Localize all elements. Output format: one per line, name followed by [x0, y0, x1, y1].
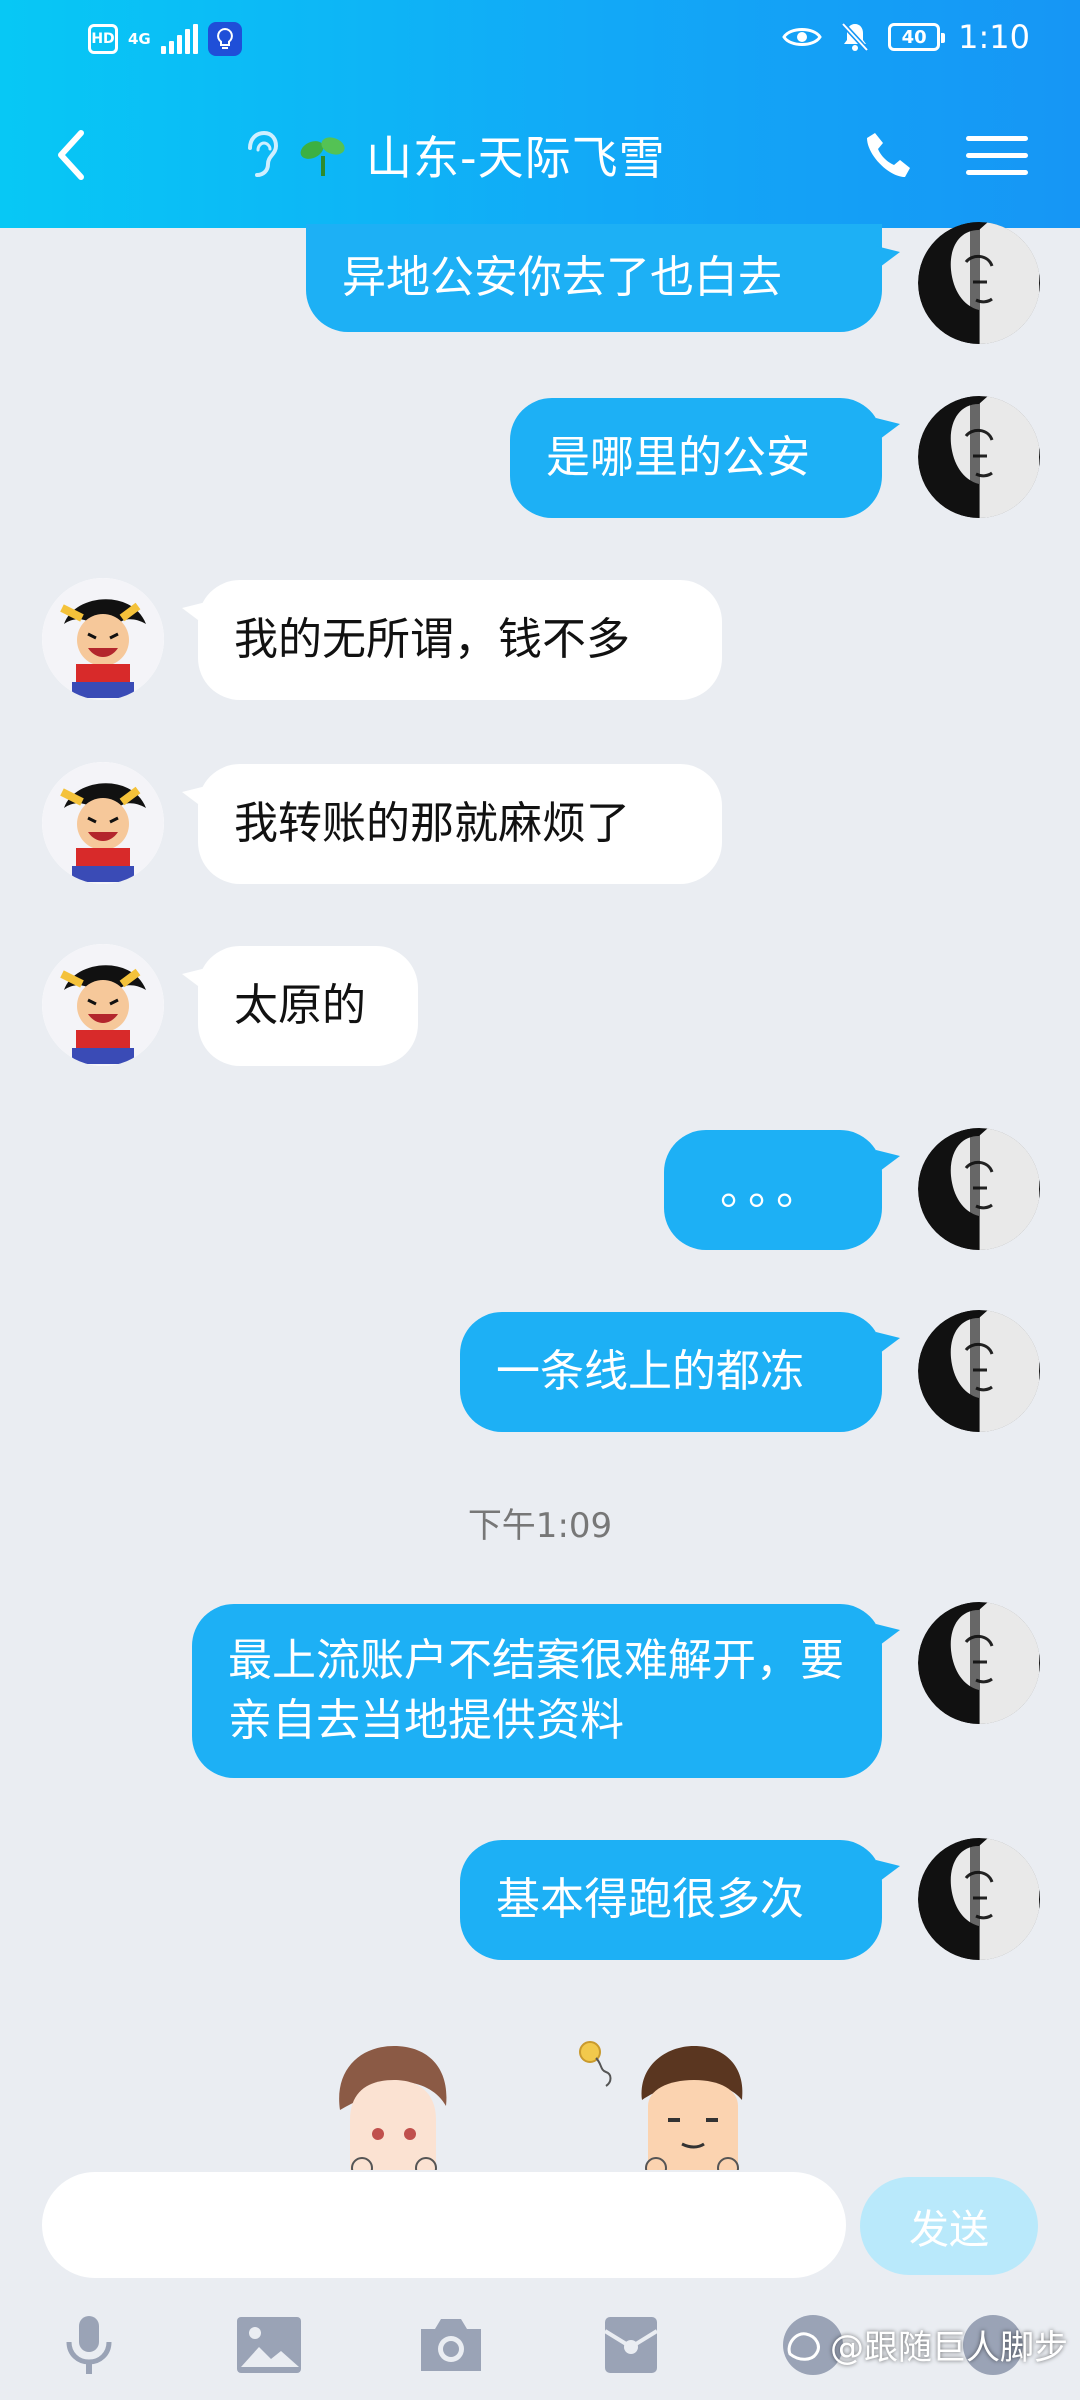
- bubble-tail: [876, 1332, 900, 1356]
- image-icon: [237, 2317, 301, 2373]
- composer: 发送: [0, 2160, 1080, 2290]
- gallery-button[interactable]: [234, 2310, 304, 2380]
- contact-avatar[interactable]: [42, 944, 164, 1066]
- message-text: 。。。: [720, 1164, 826, 1215]
- outgoing-message[interactable]: 。。。: [664, 1130, 882, 1250]
- battery-icon: 40: [888, 23, 946, 51]
- chat-header: HD 4G 40 1:10 山东-天际飞雪: [0, 0, 1080, 228]
- my-avatar[interactable]: [918, 1128, 1040, 1250]
- lightbulb-icon: [207, 22, 242, 56]
- peeking-characters: [0, 2040, 1080, 2170]
- call-button[interactable]: [858, 124, 920, 186]
- menu-line: [966, 169, 1028, 175]
- voice-button[interactable]: [54, 2310, 124, 2380]
- battery-level: 40: [901, 26, 927, 48]
- bubble-tail: [876, 1150, 900, 1174]
- incoming-message[interactable]: 我的无所谓，钱不多: [198, 580, 722, 700]
- menu-button[interactable]: [966, 124, 1028, 186]
- message-text: 一条线上的都冻: [496, 1346, 804, 1397]
- status-clock: 1:10: [958, 18, 1030, 56]
- my-avatar[interactable]: [918, 396, 1040, 518]
- my-avatar[interactable]: [918, 1602, 1040, 1724]
- contact-avatar[interactable]: [42, 578, 164, 700]
- boy-character-icon: [641, 2046, 743, 2170]
- menu-line: [966, 135, 1028, 141]
- hd-badge: HD: [88, 24, 118, 54]
- outgoing-message[interactable]: 一条线上的都冻: [460, 1312, 882, 1432]
- contact-name: 山东-天际飞雪: [366, 131, 666, 185]
- girl-character-icon: [339, 2046, 447, 2170]
- bubble-tail: [876, 1860, 900, 1884]
- signal-icon: [160, 24, 198, 54]
- muted-bell-icon: [841, 22, 869, 52]
- bubble-tail: [876, 246, 900, 270]
- camera-icon: [421, 2319, 481, 2371]
- status-bar: HD 4G 40 1:10: [0, 0, 1080, 80]
- outgoing-message[interactable]: 基本得跑很多次: [460, 1840, 882, 1960]
- yoyo-icon: [579, 2041, 612, 2087]
- watermark-text: @跟随巨人脚步: [830, 2328, 1068, 2368]
- my-avatar[interactable]: [918, 222, 1040, 344]
- message-text: 基本得跑很多次: [496, 1874, 804, 1925]
- message-text: 太原的: [234, 980, 366, 1031]
- bubble-tail: [876, 1624, 900, 1648]
- composer-toolbar: @跟随巨人脚步: [0, 2290, 1080, 2400]
- message-text: 异地公安你去了也白去: [342, 252, 782, 303]
- phone-icon: [867, 133, 910, 177]
- network-type: 4G: [128, 29, 151, 48]
- message-timestamp: 下午1:09: [467, 1506, 613, 1546]
- message-text: 我的无所谓，钱不多: [234, 614, 630, 665]
- incoming-message[interactable]: 我转账的那就麻烦了: [198, 764, 722, 884]
- message-text: 最上流账户不结案很难解开，要亲自去当地提供资料: [228, 1635, 844, 1746]
- back-arrow-icon: [58, 130, 84, 180]
- red-packet-button[interactable]: [596, 2310, 666, 2380]
- chat-title[interactable]: 山东-天际飞雪: [240, 122, 666, 188]
- message-list[interactable]: 异地公安你去了也白去 是哪里的公安 我的无所谓，钱不多 我转账的那就麻烦了 太原…: [0, 222, 1080, 2178]
- menu-line: [966, 152, 1028, 158]
- microphone-icon: [66, 2316, 112, 2374]
- incoming-message[interactable]: 太原的: [198, 946, 418, 1066]
- watermark: @跟随巨人脚步: [784, 2320, 1068, 2369]
- eye-icon: [782, 28, 822, 46]
- contact-avatar[interactable]: [42, 762, 164, 884]
- watermark-logo-icon: [787, 2331, 820, 2361]
- outgoing-message[interactable]: 是哪里的公安: [510, 398, 882, 518]
- my-avatar[interactable]: [918, 1838, 1040, 1960]
- nav-row: 山东-天际飞雪: [0, 110, 1080, 200]
- camera-button[interactable]: [416, 2310, 486, 2380]
- outgoing-message[interactable]: 异地公安你去了也白去: [306, 224, 882, 332]
- red-packet-icon: [603, 2317, 659, 2373]
- message-text: 我转账的那就麻烦了: [234, 798, 630, 849]
- sprout-icon: [300, 137, 345, 176]
- outgoing-message[interactable]: 最上流账户不结案很难解开，要亲自去当地提供资料: [192, 1604, 882, 1778]
- back-button[interactable]: [40, 120, 100, 190]
- message-text: 是哪里的公安: [546, 432, 810, 483]
- bubble-tail: [876, 418, 900, 442]
- message-input[interactable]: [42, 2172, 846, 2278]
- my-avatar[interactable]: [918, 1310, 1040, 1432]
- ear-icon: [248, 130, 279, 177]
- send-button[interactable]: 发送: [860, 2177, 1038, 2275]
